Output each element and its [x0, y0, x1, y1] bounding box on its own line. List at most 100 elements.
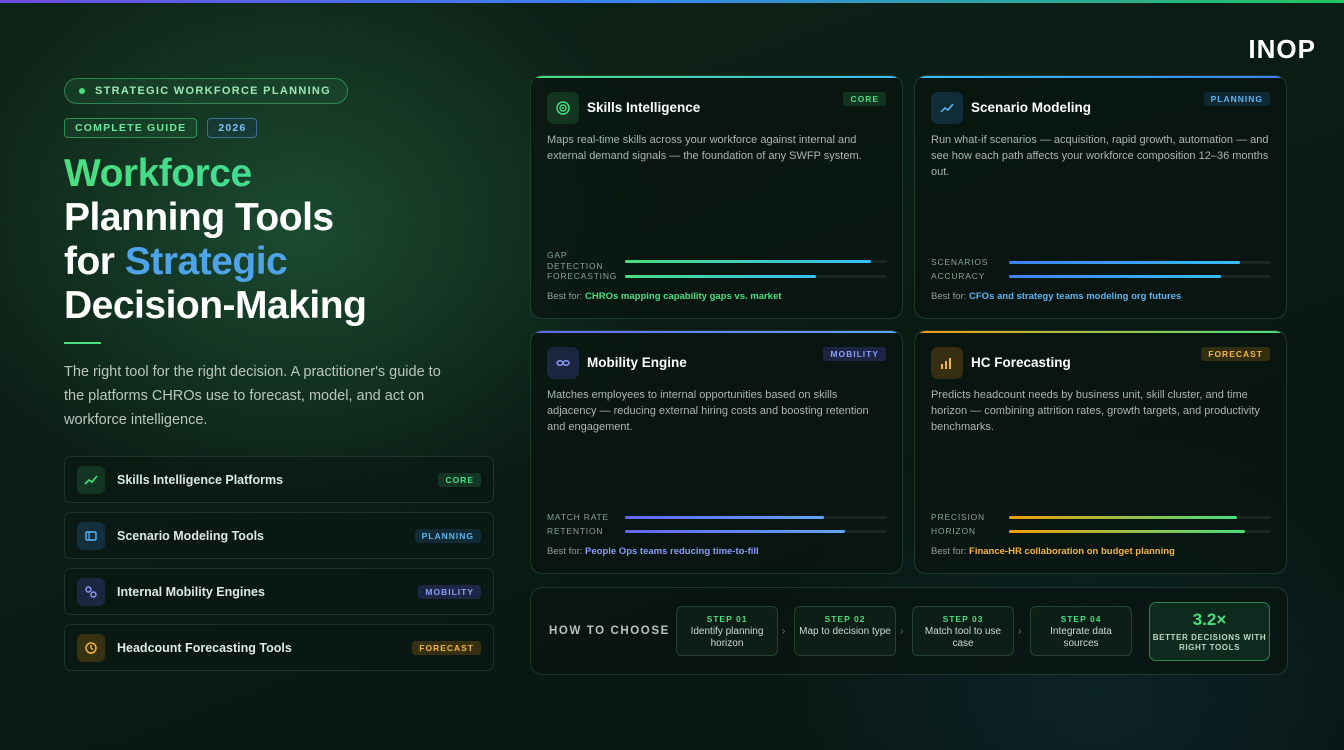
metric-fill [625, 259, 872, 263]
tool-item-badge: PLANNING [414, 528, 481, 543]
metric-label: ACCURACY [931, 271, 986, 281]
brand-logo: INOP [1248, 34, 1316, 64]
metric-track [1009, 530, 1271, 533]
best-for-value: CFOs and strategy teams modeling org fut… [969, 291, 1182, 302]
status-dot-icon [79, 88, 85, 94]
card-accent-line [915, 331, 1286, 333]
clock-icon [77, 633, 105, 662]
page-title: Workforce Planning Tools for Strategic D… [64, 152, 504, 328]
metric-row: PRECISION [931, 512, 1271, 523]
tool-item-scenario[interactable]: Scenario Modeling Tools PLANNING [64, 512, 494, 559]
metric-row: GAP DETECTION [547, 250, 887, 272]
best-for-prefix: Best for: [547, 291, 586, 302]
tool-item-label: Skills Intelligence Platforms [117, 472, 284, 487]
card-skills-intelligence[interactable]: Skills Intelligence CORE Maps real-time … [530, 75, 903, 319]
chevron-right-icon: › [1018, 626, 1022, 637]
metric-track [625, 516, 887, 519]
best-for-value: CHROs mapping capability gaps vs. market [585, 291, 782, 302]
metric-label: GAP DETECTION [547, 250, 604, 271]
card-badge: PLANNING [1203, 92, 1270, 106]
best-for: Best for: People Ops teams reducing time… [547, 546, 759, 557]
metric-row: SCENARIOS [931, 257, 1271, 268]
link-icon [77, 577, 105, 606]
target-icon [547, 92, 579, 124]
best-for-value: Finance-HR collaboration on budget plann… [969, 546, 1175, 557]
metric-track [1009, 516, 1271, 519]
step-text: Integrate data sources [1050, 626, 1112, 649]
best-for: Best for: CHROs mapping capability gaps … [547, 291, 781, 302]
best-for-prefix: Best for: [931, 291, 970, 302]
impact-stat-value: 3.2× [1192, 610, 1227, 629]
chevron-right-icon: › [900, 626, 904, 637]
title-line-3-highlight: Strategic [124, 240, 288, 283]
impact-stat-label: BETTER DECISIONS WITH RIGHT TOOLS [1152, 633, 1267, 652]
metric-label: RETENTION [547, 526, 604, 536]
metric-label: HORIZON [931, 526, 976, 536]
tool-item-badge: MOBILITY [418, 584, 481, 599]
card-badge: FORECAST [1201, 347, 1270, 361]
card-description: Maps real-time skills across your workfo… [547, 134, 862, 162]
step-number: STEP 02 [824, 614, 866, 624]
metric-row: FORECASTING [547, 271, 887, 282]
metric-track [625, 275, 887, 278]
card-accent-line [915, 76, 1286, 78]
metric-track [1009, 275, 1271, 278]
how-to-choose-title: HOW TO CHOOSE [549, 625, 670, 637]
card-description: Matches employees to internal opportunit… [547, 389, 869, 433]
title-line-4: Decision-Making [64, 284, 367, 327]
card-description: Run what-if scenarios — acquisition, rap… [931, 134, 1269, 178]
card-title: HC Forecasting [971, 355, 1071, 370]
best-for: Best for: Finance-HR collaboration on bu… [931, 546, 1175, 557]
metric-fill [1009, 275, 1222, 278]
tool-item-headcount[interactable]: Headcount Forecasting Tools FORECAST [64, 624, 494, 671]
metric-row: MATCH RATE [547, 512, 887, 523]
card-title: Skills Intelligence [587, 100, 701, 115]
best-for-prefix: Best for: [547, 546, 586, 557]
step-text: Identify planning horizon [690, 626, 764, 649]
title-line-1: Workforce [64, 152, 504, 196]
eyebrow-pill: STRATEGIC WORKFORCE PLANNING [64, 78, 349, 104]
card-badge: CORE [843, 92, 886, 106]
step-text: Match tool to use case [924, 626, 1002, 649]
title-line-2: Planning Tools [64, 196, 334, 239]
best-for: Best for: CFOs and strategy teams modeli… [931, 291, 1181, 302]
metric-label: SCENARIOS [931, 257, 989, 267]
hero-tags: COMPLETE GUIDE 2026 [64, 118, 258, 138]
metric-label: MATCH RATE [547, 512, 609, 522]
metric-fill [625, 516, 825, 519]
card-title: Mobility Engine [587, 355, 687, 370]
tool-item-badge: FORECAST [412, 640, 481, 655]
tool-item-skills[interactable]: Skills Intelligence Platforms CORE [64, 456, 494, 503]
step-text: Map to decision type [799, 626, 891, 637]
card-scenario-modeling[interactable]: Scenario Modeling PLANNING Run what-if s… [914, 75, 1287, 319]
bar-chart-icon [931, 347, 963, 379]
infinity-icon [547, 347, 579, 379]
trend-up-icon [77, 465, 105, 494]
tool-item-badge: CORE [438, 472, 481, 487]
tag-year: 2026 [207, 118, 258, 138]
metric-track [1009, 261, 1271, 264]
tool-item-mobility[interactable]: Internal Mobility Engines MOBILITY [64, 568, 494, 615]
step-2[interactable]: STEP 02 Map to decision type [794, 606, 896, 656]
chart-line-icon [931, 92, 963, 124]
eyebrow-label: STRATEGIC WORKFORCE PLANNING [95, 85, 332, 97]
metric-fill [625, 530, 846, 533]
card-hc-forecasting[interactable]: HC Forecasting FORECAST Predicts headcou… [914, 330, 1287, 574]
metric-fill [1009, 530, 1245, 533]
best-for-value: People Ops teams reducing time-to-fill [585, 546, 759, 557]
step-3[interactable]: STEP 03 Match tool to use case [912, 606, 1014, 656]
window-icon [77, 521, 105, 550]
card-accent-line [531, 76, 902, 78]
card-mobility-engine[interactable]: Mobility Engine MOBILITY Matches employe… [530, 330, 903, 574]
card-description: Predicts headcount needs by business uni… [931, 389, 1260, 433]
metric-row: HORIZON [931, 526, 1271, 537]
tool-item-label: Scenario Modeling Tools [117, 528, 265, 543]
how-to-choose-panel: HOW TO CHOOSE STEP 01 Identify planning … [530, 587, 1288, 675]
metric-fill [1009, 261, 1240, 264]
tag-guide: COMPLETE GUIDE [64, 118, 198, 138]
metric-track [625, 259, 887, 263]
step-number: STEP 01 [706, 614, 748, 624]
step-1[interactable]: STEP 01 Identify planning horizon [676, 606, 778, 656]
metric-label: FORECASTING [547, 271, 618, 281]
step-4[interactable]: STEP 04 Integrate data sources [1030, 606, 1132, 656]
